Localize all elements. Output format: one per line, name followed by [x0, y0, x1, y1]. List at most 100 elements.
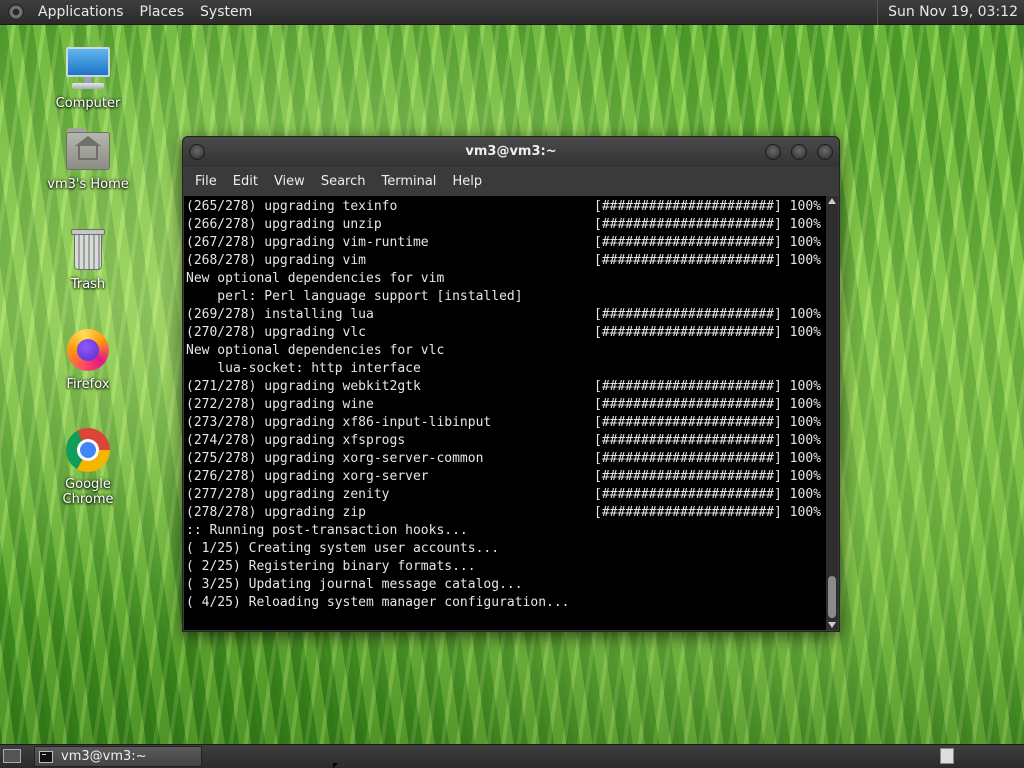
firefox-icon [64, 326, 112, 374]
workspace-switcher[interactable] [940, 748, 954, 764]
terminal-line-text: (273/278) upgrading xf86-input-libinput [186, 415, 492, 430]
terminal-line-text: lua-socket: http interface [186, 361, 421, 376]
terminal-line: lua-socket: http interface [186, 360, 826, 378]
desktop-icon-firefox[interactable]: Firefox [38, 326, 138, 392]
progress-bar-text: [######################] 100% [594, 235, 821, 250]
computer-icon [64, 45, 112, 93]
terminal-line: (278/278) upgrading zip [################… [186, 504, 826, 522]
terminal-line-text: (267/278) upgrading vim-runtime [186, 235, 429, 250]
terminal-line: :: Running post-transaction hooks... [186, 522, 826, 540]
clock[interactable]: Sun Nov 19, 03:12 [877, 0, 1024, 25]
terminal-line-text: (266/278) upgrading unzip [186, 217, 382, 232]
taskbar-item-terminal[interactable]: vm3@vm3:~ [34, 746, 202, 767]
terminal-line-text: (270/278) upgrading vlc [186, 325, 367, 340]
menu-applications[interactable]: Applications [30, 4, 132, 20]
window-title: vm3@vm3:~ [465, 144, 557, 159]
home-folder-icon [64, 126, 112, 174]
progress-bar-text: [######################] 100% [594, 505, 821, 520]
scroll-up-icon[interactable] [828, 198, 836, 204]
terminal-line-text: (268/278) upgrading vim [186, 253, 367, 268]
trash-icon [64, 226, 112, 274]
terminal-line-text: (269/278) installing lua [186, 307, 374, 322]
minimize-icon[interactable] [765, 144, 781, 160]
terminal-line: (268/278) upgrading vim [################… [186, 252, 826, 270]
progress-bar-text: [######################] 100% [594, 199, 821, 214]
menu-help[interactable]: Help [444, 174, 490, 189]
terminal-line-text: ( 1/25) Creating system user accounts... [186, 541, 500, 556]
menu-places[interactable]: Places [132, 4, 193, 20]
terminal-line-text: ( 2/25) Registering binary formats... [186, 559, 476, 574]
progress-bar-text: [######################] 100% [594, 307, 821, 322]
terminal-line: (266/278) upgrading unzip [##############… [186, 216, 826, 234]
terminal-line: (269/278) installing lua [###############… [186, 306, 826, 324]
terminal-line: (271/278) upgrading webkit2gtk [#########… [186, 378, 826, 396]
scroll-down-icon[interactable] [828, 622, 836, 628]
scrollbar-thumb[interactable] [828, 576, 836, 618]
desktop-icon-label: Firefox [66, 377, 110, 392]
terminal-line: (267/278) upgrading vim-runtime [########… [186, 234, 826, 252]
desktop-icon-home[interactable]: vm3's Home [38, 126, 138, 192]
terminal-line: (277/278) upgrading zenity [#############… [186, 486, 826, 504]
terminal-line: (272/278) upgrading wine [###############… [186, 396, 826, 414]
desktop-icon-computer[interactable]: Computer [38, 45, 138, 111]
menu-system[interactable]: System [192, 4, 260, 20]
desktop-icon-label: Google Chrome [62, 477, 114, 507]
terminal-line-text: (274/278) upgrading xfsprogs [186, 433, 406, 448]
terminal-line: (276/278) upgrading xorg-server [########… [186, 468, 826, 486]
close-icon[interactable] [817, 144, 833, 160]
terminal-line-text: (271/278) upgrading webkit2gtk [186, 379, 421, 394]
terminal-line: ( 4/25) Reloading system manager configu… [186, 594, 826, 612]
menu-edit[interactable]: Edit [225, 174, 266, 189]
progress-bar-text: [######################] 100% [594, 217, 821, 232]
bottom-panel: vm3@vm3:~ [0, 744, 1024, 768]
progress-bar-text: [######################] 100% [594, 451, 821, 466]
terminal-line: ( 2/25) Registering binary formats... [186, 558, 826, 576]
terminal-line-text: perl: Perl language support [installed] [186, 289, 523, 304]
progress-bar-text: [######################] 100% [594, 397, 821, 412]
window-menu-icon[interactable] [189, 144, 205, 160]
terminal-line-text: (275/278) upgrading xorg-server-common [186, 451, 484, 466]
menu-terminal[interactable]: Terminal [373, 174, 444, 189]
menu-view[interactable]: View [266, 174, 313, 189]
maximize-icon[interactable] [791, 144, 807, 160]
terminal-menubar: File Edit View Search Terminal Help [183, 167, 839, 195]
menu-file[interactable]: File [187, 174, 225, 189]
terminal-line: perl: Perl language support [installed] [186, 288, 826, 306]
show-desktop-icon[interactable] [3, 749, 21, 763]
menu-search[interactable]: Search [313, 174, 374, 189]
progress-bar-text: [######################] 100% [594, 253, 821, 268]
terminal-line: (274/278) upgrading xfsprogs [###########… [186, 432, 826, 450]
terminal-line-text: (265/278) upgrading texinfo [186, 199, 398, 214]
terminal-window: vm3@vm3:~ File Edit View Search Terminal… [182, 136, 840, 632]
progress-bar-text: [######################] 100% [594, 433, 821, 448]
terminal-line: New optional dependencies for vlc [186, 342, 826, 360]
terminal-scrollbar[interactable] [826, 196, 838, 630]
desktop-icon-label: Trash [70, 277, 106, 292]
terminal-line-text: (277/278) upgrading zenity [186, 487, 390, 502]
terminal-line-text: (272/278) upgrading wine [186, 397, 374, 412]
desktop-icon-trash[interactable]: Trash [38, 226, 138, 292]
chrome-icon [64, 426, 112, 474]
top-panel: Applications Places System Sun Nov 19, 0… [0, 0, 1024, 25]
mouse-cursor-icon [333, 763, 338, 768]
terminal-line-text: (276/278) upgrading xorg-server [186, 469, 429, 484]
progress-bar-text: [######################] 100% [594, 469, 821, 484]
terminal-output[interactable]: (265/278) upgrading texinfo [############… [184, 196, 826, 630]
distro-logo-icon[interactable] [8, 4, 24, 20]
terminal-line-text: New optional dependencies for vlc [186, 343, 445, 358]
terminal-line: New optional dependencies for vim [186, 270, 826, 288]
terminal-line: (265/278) upgrading texinfo [############… [186, 198, 826, 216]
terminal-line: ( 1/25) Creating system user accounts... [186, 540, 826, 558]
terminal-line-text: :: Running post-transaction hooks... [186, 523, 468, 538]
terminal-line-text: ( 4/25) Reloading system manager configu… [186, 595, 570, 610]
terminal-icon [39, 750, 53, 763]
terminal-line-text: (278/278) upgrading zip [186, 505, 367, 520]
window-titlebar[interactable]: vm3@vm3:~ [183, 137, 839, 167]
terminal-line-text: New optional dependencies for vim [186, 271, 445, 286]
terminal-line: (270/278) upgrading vlc [################… [186, 324, 826, 342]
taskbar-item-label: vm3@vm3:~ [61, 749, 147, 764]
terminal-line: (275/278) upgrading xorg-server-common [#… [186, 450, 826, 468]
desktop-icon-label: Computer [55, 96, 121, 111]
desktop-icon-chrome[interactable]: Google Chrome [38, 426, 138, 507]
progress-bar-text: [######################] 100% [594, 487, 821, 502]
